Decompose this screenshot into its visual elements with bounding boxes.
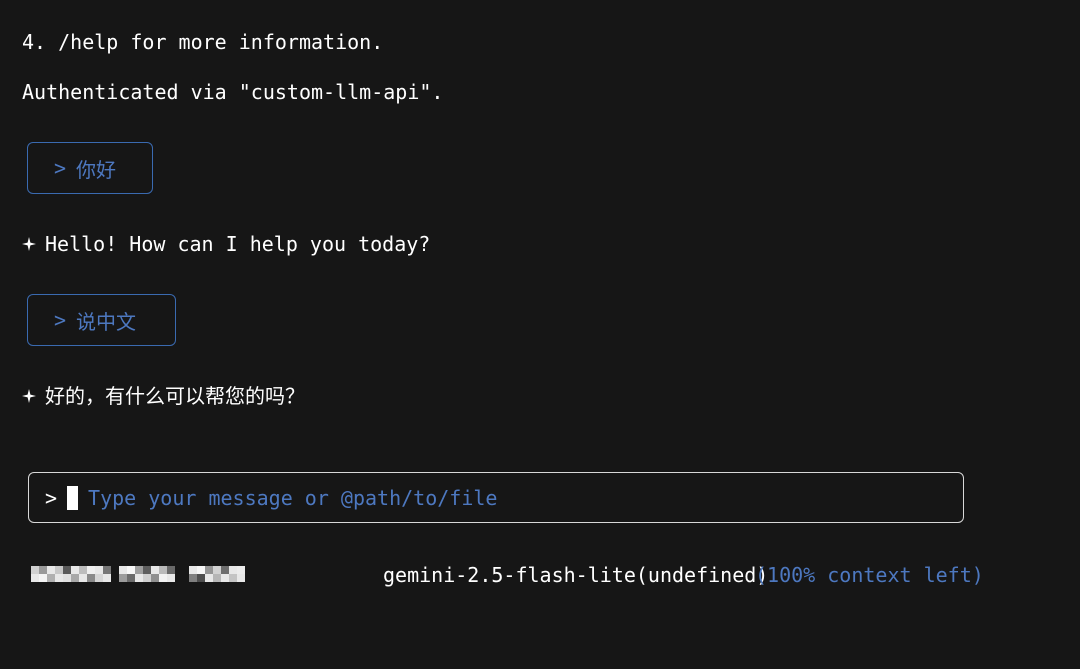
context-remaining: (100% context left) (755, 563, 984, 587)
assistant-message: Hello! How can I help you today? (22, 232, 430, 256)
terminal-window: 4. /help for more information. Authentic… (0, 0, 1080, 669)
model-name: gemini-2.5-flash-lite(undefined) (383, 563, 769, 587)
sparkle-icon (22, 237, 36, 251)
help-line: 4. /help for more information. (22, 30, 384, 54)
redacted-path (31, 566, 247, 582)
user-message: > 说中文 (27, 294, 176, 346)
prompt-symbol: > (54, 156, 67, 180)
assistant-message: 好的，有什么可以帮您的吗？ (22, 384, 305, 408)
input-prompt-symbol: > (45, 485, 58, 510)
input-placeholder: Type your message or @path/to/file (88, 485, 498, 510)
text-cursor (67, 485, 79, 510)
user-message-text: 说中文 (76, 309, 137, 334)
user-message: > 你好 (27, 142, 153, 194)
user-message-text: 你好 (76, 157, 117, 182)
message-input[interactable]: > Type your message or @path/to/file (28, 472, 964, 523)
assistant-message-text: 好的，有什么可以帮您的吗？ (45, 384, 305, 408)
auth-status-line: Authenticated via "custom-llm-api". (22, 80, 444, 104)
assistant-message-text: Hello! How can I help you today? (45, 232, 431, 256)
prompt-symbol: > (54, 308, 67, 332)
pixelated-redaction (31, 566, 245, 582)
sparkle-icon (22, 389, 36, 403)
